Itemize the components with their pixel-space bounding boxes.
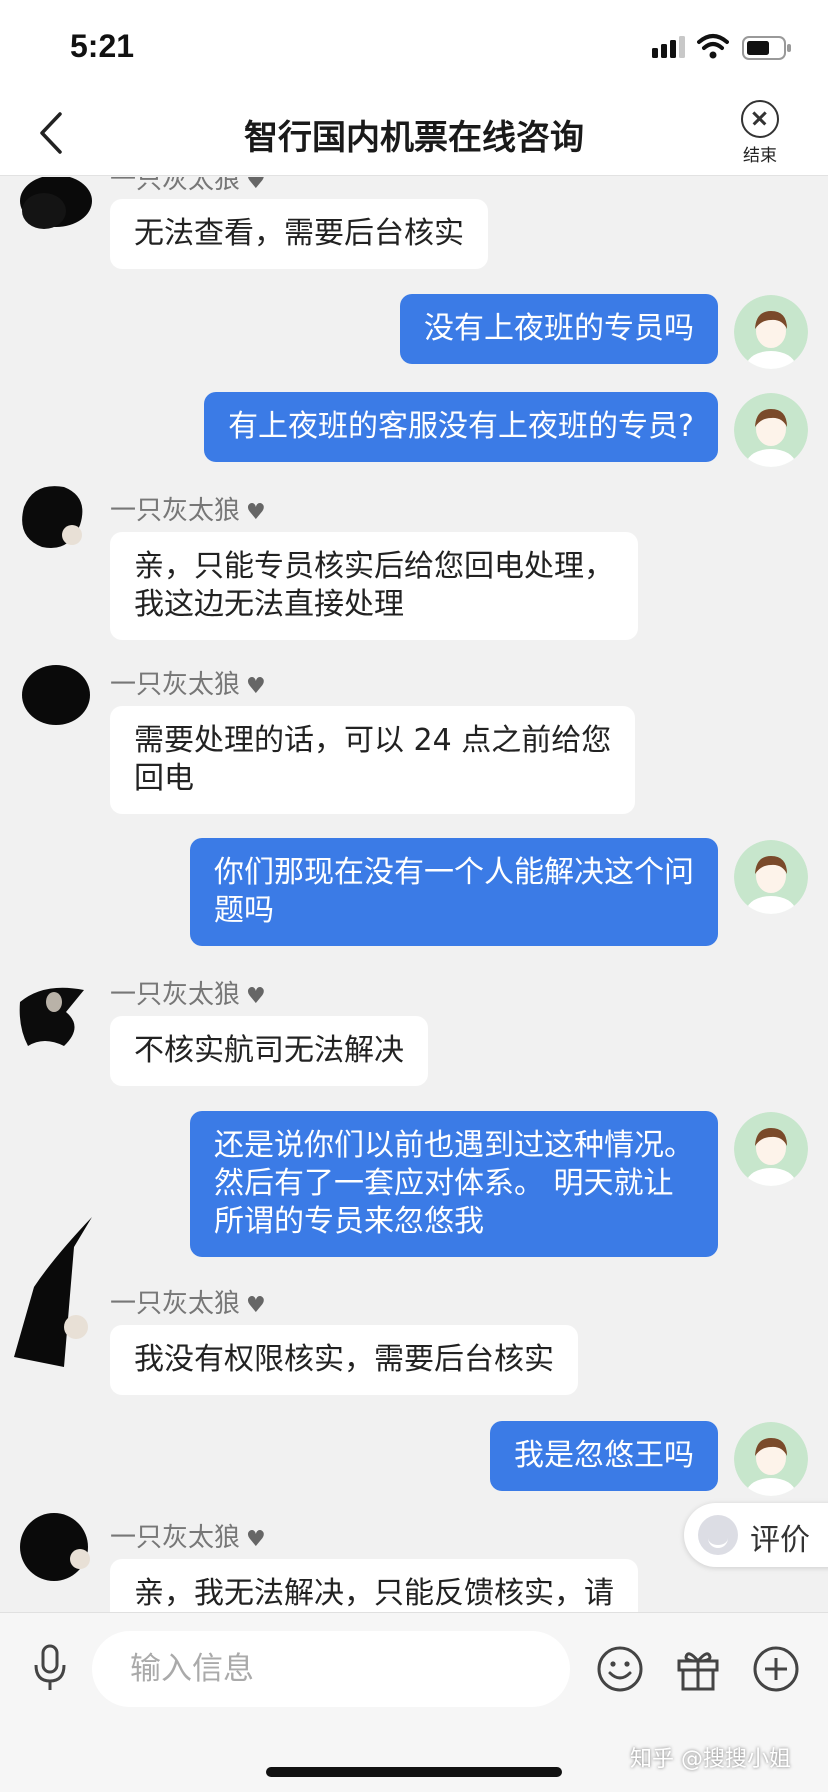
agent-avatar [20, 1513, 90, 1581]
heart-icon: ♥ [246, 500, 266, 525]
add-icon[interactable] [752, 1645, 800, 1693]
smiley-icon [698, 1515, 738, 1555]
user-message: 我是忽悠王吗 [490, 1421, 718, 1491]
agent-avatar [14, 1217, 92, 1367]
emoji-icon[interactable] [596, 1645, 644, 1693]
heart-icon: ♥ [246, 674, 266, 699]
user-message: 还是说你们以前也遇到过这种情况。 然后有了一套应对体系。 明天就让 所谓的专员来… [190, 1111, 718, 1257]
rate-label: 评价 [750, 1523, 810, 1558]
user-message: 没有上夜班的专员吗 [400, 294, 718, 364]
heart-icon: ♥ [246, 177, 266, 194]
cellular-signal-icon [652, 36, 685, 58]
agent-avatar [20, 177, 92, 229]
agent-name: 一只灰太狼 ♥ [110, 496, 266, 526]
heart-icon: ♥ [246, 984, 266, 1009]
status-bar: 5:21 [0, 0, 828, 92]
agent-avatar [22, 486, 83, 549]
agent-name: 一只灰太狼 ♥ [110, 1523, 266, 1553]
battery-icon [742, 36, 791, 60]
user-avatar [734, 840, 808, 914]
chat-message-list[interactable]: 一只灰太狼 ♥ 无法查看，需要后台核实 没有上夜班的专员吗 有上夜班的客服没有上夜… [0, 177, 828, 1612]
message-input[interactable] [92, 1631, 570, 1707]
gift-icon[interactable] [674, 1645, 722, 1693]
heart-icon: ♥ [246, 1293, 266, 1318]
watermark: 知乎 @搜搜小姐 [630, 1747, 791, 1772]
status-time: 5:21 [70, 28, 135, 64]
agent-name: 一只灰太狼 ♥ [110, 177, 266, 196]
agent-message: 无法查看，需要后台核实 [110, 199, 488, 269]
user-avatar [734, 1422, 808, 1496]
agent-message: 亲，只能专员核实后给您回电处理， 我这边无法直接处理 [110, 532, 638, 640]
wifi-icon [697, 34, 729, 59]
page-title: 智行国内机票在线咨询 [244, 118, 584, 158]
heart-icon: ♥ [246, 1527, 266, 1552]
agent-message: 不核实航司无法解决 [110, 1016, 428, 1086]
message-input-bar: 知乎 @搜搜小姐 [0, 1612, 828, 1792]
agent-message: 我没有权限核实，需要后台核实 [110, 1325, 578, 1395]
home-indicator[interactable] [266, 1767, 562, 1777]
user-avatar [734, 295, 808, 369]
end-chat-button[interactable]: 结束 [736, 100, 784, 166]
agent-name: 一只灰太狼 ♥ [110, 1289, 266, 1319]
end-chat-label: 结束 [743, 146, 777, 166]
agent-avatar [22, 665, 90, 725]
user-avatar [734, 393, 808, 467]
close-circle-icon [741, 100, 779, 138]
chat-header: 智行国内机票在线咨询 结束 [0, 92, 828, 176]
rate-button[interactable]: 评价 [684, 1503, 828, 1567]
user-message: 有上夜班的客服没有上夜班的专员? [204, 392, 718, 462]
user-message: 你们那现在没有一个人能解决这个问 题吗 [190, 838, 718, 946]
agent-avatar [19, 987, 84, 1046]
agent-name: 一只灰太狼 ♥ [110, 670, 266, 700]
user-avatar [734, 1112, 808, 1186]
agent-message: 需要处理的话，可以 24 点之前给您 回电 [110, 706, 636, 814]
agent-message: 亲，我无法解决，只能反馈核实，请 [110, 1559, 638, 1612]
agent-name: 一只灰太狼 ♥ [110, 980, 266, 1010]
microphone-icon[interactable] [30, 1643, 70, 1693]
